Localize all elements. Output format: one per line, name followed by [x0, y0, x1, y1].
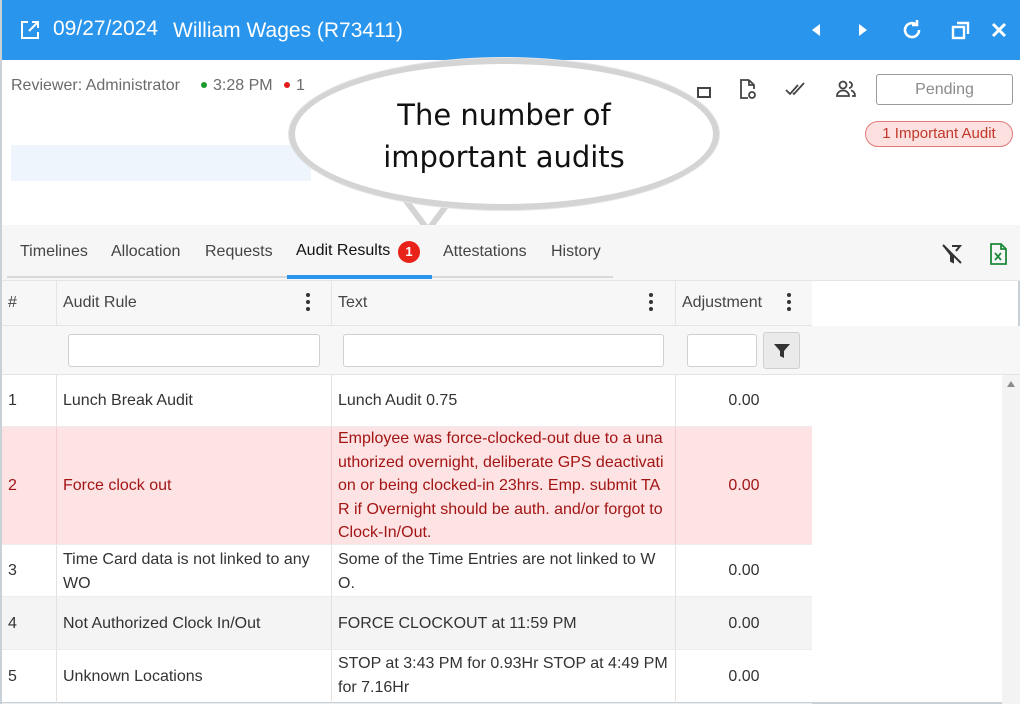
audit-text-cell: Some of the Time Entries are not linked … [338, 551, 656, 592]
table-row-important[interactable]: 2 Force clock out Employee was force-clo… [2, 427, 812, 545]
prev-icon [812, 24, 820, 36]
table-row[interactable]: 3 Time Card data is not linked to any WO… [2, 545, 812, 597]
status-pending-button[interactable]: Pending [876, 74, 1013, 105]
adjustment-column-menu[interactable] [786, 293, 792, 313]
text-column-menu[interactable] [648, 293, 654, 313]
clock-in-dot [201, 81, 207, 88]
table-row[interactable]: 4 Not Authorized Clock In/Out FORCE CLOC… [2, 597, 812, 650]
scroll-up-icon[interactable] [1007, 381, 1015, 387]
tab-bar: Timelines Allocation Requests Audit Resu… [2, 225, 1020, 281]
col-header-text[interactable]: Text [338, 294, 367, 312]
close-button[interactable] [985, 16, 1013, 44]
audit-window: 09/27/2024 William Wages (R73411) Review… [0, 0, 1020, 704]
title-bar: 09/27/2024 William Wages (R73411) [2, 0, 1020, 60]
audit-rule-column-menu[interactable] [305, 293, 311, 313]
row-number: 4 [8, 615, 17, 632]
refresh-icon [903, 20, 921, 39]
tab-audit-results[interactable]: Audit Results [296, 242, 390, 260]
document-refresh-icon[interactable] [735, 77, 759, 101]
adjustment-cell: 0.00 [728, 392, 760, 409]
grid-header: # Audit Rule Text Adjustment [2, 281, 812, 326]
audit-text-cell: Employee was force-clocked-out due to a … [338, 430, 664, 541]
employee-name: William Wages (R73411) [173, 19, 403, 42]
close-icon [991, 22, 1007, 38]
next-icon [859, 24, 867, 36]
adjustment-cell: 0.00 [728, 477, 760, 494]
filter-icon [773, 343, 790, 358]
row-number: 5 [8, 668, 17, 685]
audit-rule-cell: Not Authorized Clock In/Out [63, 615, 261, 632]
tab-timelines[interactable]: Timelines [20, 243, 88, 261]
excel-export-icon[interactable] [986, 242, 1010, 266]
table-row[interactable]: 1 Lunch Break Audit Lunch Audit 0.75 0.0… [2, 375, 812, 427]
row-number: 3 [8, 562, 17, 579]
audit-results-grid: 1 Lunch Break Audit Lunch Audit 0.75 0.0… [2, 375, 1002, 704]
filter-button[interactable] [763, 332, 800, 369]
refresh-button[interactable] [898, 16, 926, 44]
col-header-adjustment[interactable]: Adjustment [682, 294, 762, 312]
audit-count-badge: 1 [398, 241, 420, 263]
table-row[interactable]: 5 Unknown Locations STOP at 3:43 PM for … [2, 650, 812, 704]
row-number: 1 [8, 392, 17, 409]
clock-out-time: 1 [284, 77, 305, 95]
summary-band [11, 145, 311, 181]
approve-all-icon[interactable] [784, 77, 808, 101]
clear-filter-icon[interactable] [940, 242, 964, 266]
important-audit-badge[interactable]: 1 Important Audit [865, 121, 1013, 147]
audit-rule-cell: Lunch Break Audit [63, 392, 193, 409]
previous-button[interactable] [802, 16, 830, 44]
audit-text-cell: STOP at 3:43 PM for 0.93Hr STOP at 4:49 … [338, 655, 668, 696]
col-divider [56, 281, 57, 326]
clock-in-time: 3:28 PM [201, 77, 273, 95]
tab-attestations[interactable]: Attestations [443, 243, 527, 261]
adjustment-cell: 0.00 [728, 562, 760, 579]
restore-icon [951, 21, 970, 40]
audit-rule-cell: Time Card data is not linked to any WO [63, 551, 310, 592]
adjustment-filter-input[interactable] [687, 334, 757, 367]
col-header-audit-rule[interactable]: Audit Rule [63, 294, 137, 312]
callout-text: The number of important audits [383, 98, 625, 174]
tab-history[interactable]: History [551, 243, 601, 261]
row-number: 2 [8, 477, 17, 494]
users-icon[interactable] [834, 77, 858, 101]
tab-allocation[interactable]: Allocation [111, 243, 180, 261]
audit-text-cell: FORCE CLOCKOUT at 11:59 PM [338, 615, 577, 632]
tab-requests[interactable]: Requests [205, 243, 273, 261]
active-tab-indicator [287, 275, 432, 279]
col-divider [675, 281, 676, 326]
clock-out-dot [284, 81, 290, 88]
audit-rule-cell: Unknown Locations [63, 668, 203, 685]
vertical-scrollbar[interactable] [1002, 375, 1020, 704]
audit-rule-filter-input[interactable] [68, 334, 320, 367]
grid-filter-row [2, 326, 1020, 375]
adjustment-cell: 0.00 [728, 615, 760, 632]
audit-text-cell: Lunch Audit 0.75 [338, 392, 458, 409]
timecard-date: 09/27/2024 [53, 17, 159, 40]
adjustment-cell: 0.00 [728, 668, 760, 685]
reviewer-label: Reviewer: Administrator [11, 77, 180, 94]
restore-button[interactable] [947, 16, 975, 44]
text-filter-input[interactable] [343, 334, 664, 367]
open-external-icon[interactable] [18, 18, 42, 42]
col-header-number[interactable]: # [8, 294, 17, 312]
col-divider [331, 281, 332, 326]
next-button[interactable] [849, 16, 877, 44]
audit-rule-cell: Force clock out [63, 477, 172, 494]
